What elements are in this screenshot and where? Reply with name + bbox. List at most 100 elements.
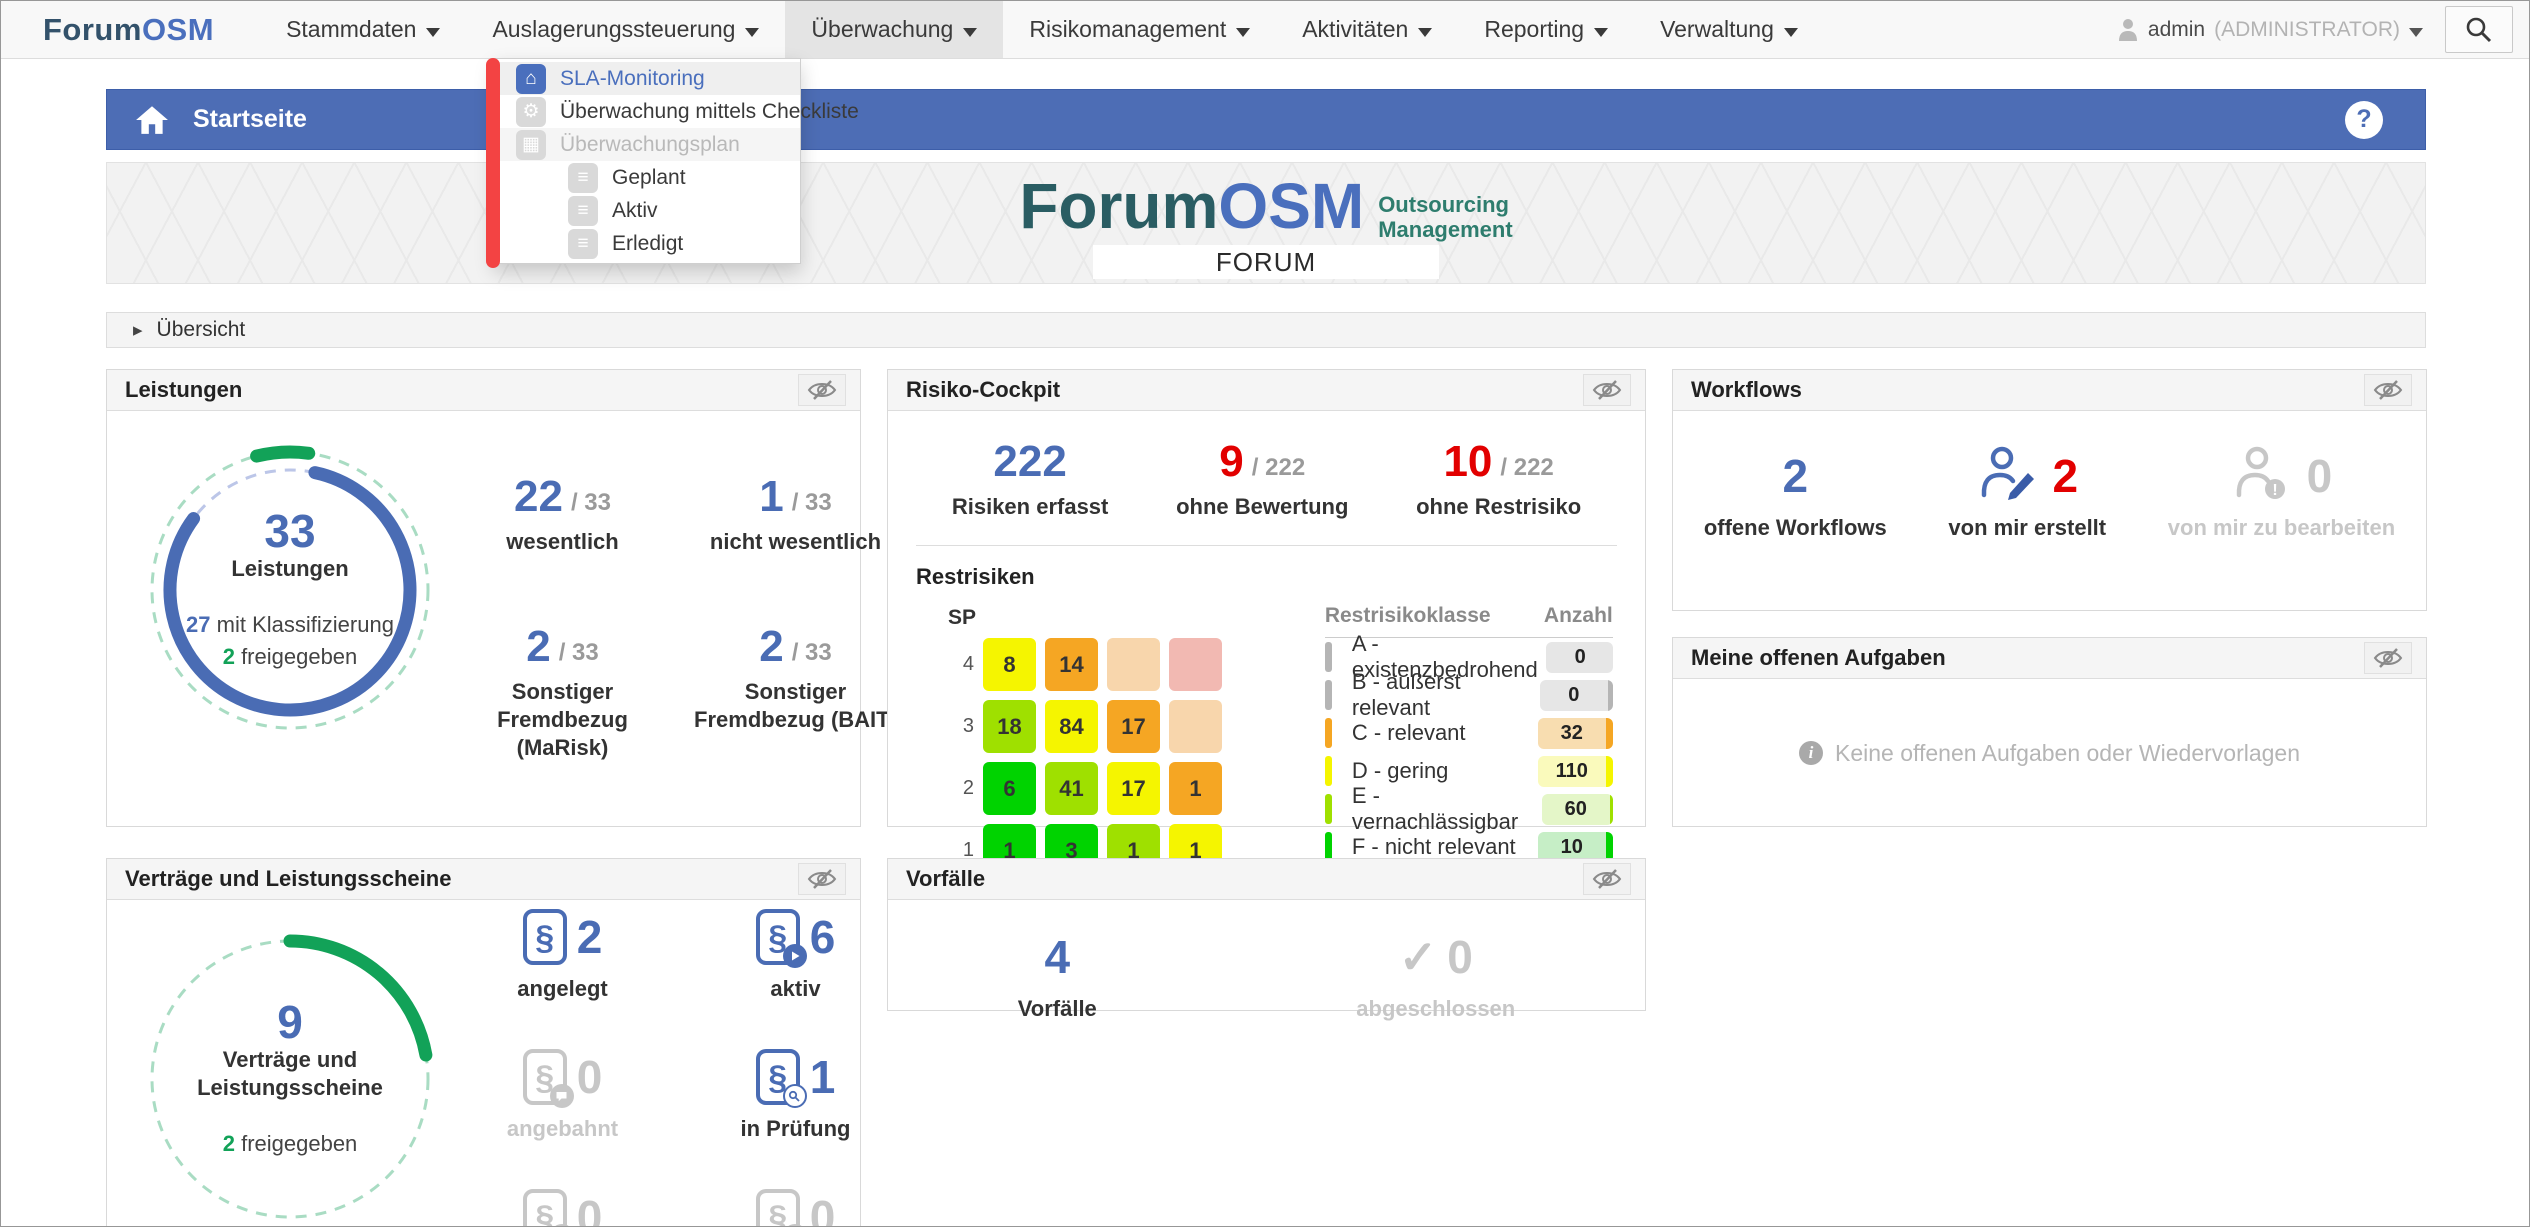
heatmap-cell[interactable]: 18: [983, 700, 1036, 753]
list-icon: ≡: [568, 196, 598, 226]
donut-total: 9: [277, 998, 303, 1046]
nav-item-auslagerungssteuerung[interactable]: Auslagerungssteuerung: [466, 1, 785, 58]
eye-slash-icon: [1592, 378, 1622, 402]
eye-slash-icon: [1592, 867, 1622, 891]
banner-logo: ForumOSMOutsourcingManagement: [107, 171, 2425, 241]
app-logo[interactable]: ForumOSM: [43, 1, 214, 58]
panel-title: Risiko-Cockpit: [906, 377, 1060, 403]
hide-panel-button[interactable]: [2364, 374, 2412, 406]
brand-banner: ForumOSMOutsourcingManagement FORUM: [106, 162, 2426, 284]
table-row-e-vernachl-ssigbar[interactable]: E - vernachlässigbar 60: [1325, 790, 1613, 828]
empty-message: i Keine offenen Aufgaben oder Wiedervorl…: [1673, 679, 2426, 827]
chevron-down-icon: [1784, 28, 1798, 37]
heatmap-cell[interactable]: [1169, 638, 1222, 691]
heatmap-cell[interactable]: 8: [983, 638, 1036, 691]
stat-gek-ndigt[interactable]: §0 gekündigt: [743, 1186, 848, 1227]
heatmap-cell[interactable]: 6: [983, 762, 1036, 815]
dropdown-accent-bar: [486, 58, 500, 268]
eye-slash-icon: [2373, 646, 2403, 670]
help-label: ?: [2356, 105, 2371, 134]
chevron-down-icon: [1418, 28, 1432, 37]
restrisiken-label: Restrisiken: [916, 564, 1645, 590]
app-window: ForumOSM StammdatenAuslagerungssteuerung…: [0, 0, 2530, 1227]
heatmap-cell[interactable]: 84: [1045, 700, 1098, 753]
panel-aufgaben: Meine offenen Aufgaben i Keine offenen A…: [1672, 637, 2427, 827]
heatmap-cell[interactable]: 14: [1045, 638, 1098, 691]
nav-item-stammdaten[interactable]: Stammdaten: [260, 1, 466, 58]
stat-abgeschlossen[interactable]: ✓0 abgeschlossen: [1356, 926, 1515, 1022]
user-menu[interactable]: admin (ADMINISTRATOR): [2117, 18, 2423, 42]
risiko-stats: 222 Risiken erfasst 9/ 222 ohne Bewertun…: [888, 411, 1645, 545]
stat-vorf-lle[interactable]: 4 Vorfälle: [1018, 926, 1097, 1022]
heatmap-cell[interactable]: [1107, 638, 1160, 691]
count-badge: 0: [1540, 680, 1613, 711]
panel-vertraege: Verträge und Leistungsscheine 9 Verträge…: [106, 858, 861, 1227]
nav-item-verwaltung[interactable]: Verwaltung: [1634, 1, 1824, 58]
paragraph-pause-icon: §: [523, 1189, 567, 1227]
paragraph-chat-icon: §: [523, 1049, 567, 1105]
page-title: Startseite: [193, 105, 307, 134]
nav-item-risikomanagement[interactable]: Risikomanagement: [1003, 1, 1276, 58]
stat-nicht-wesentlich[interactable]: 1/ 33 nicht wesentlich: [710, 476, 881, 556]
hide-panel-button[interactable]: [1583, 374, 1631, 406]
vertraege-stats: §2 angelegt §6 aktiv §0 angebahnt §1 in …: [455, 906, 903, 1227]
vorfaelle-stats: 4 Vorfälle ✓0 abgeschlossen: [888, 900, 1645, 1022]
stat-angebahnt[interactable]: §0 angebahnt: [507, 1046, 618, 1142]
chevron-down-icon: [426, 28, 440, 37]
heatmap-cell[interactable]: 1: [1169, 762, 1222, 815]
heatmap-cell[interactable]: 17: [1107, 700, 1160, 753]
panel-leistungen: Leistungen 33 Leistungen 27 mit: [106, 369, 861, 827]
menu-item-berwachung-mittels-checkliste[interactable]: ⚙Überwachung mittels Checkliste: [494, 95, 800, 128]
stat-ohne-restrisiko[interactable]: 10/ 222 ohne Restrisiko: [1416, 441, 1581, 521]
heatmap-cell[interactable]: [1169, 700, 1222, 753]
stat-angelegt[interactable]: §2 angelegt: [517, 906, 607, 1002]
donut-total: 33: [264, 507, 315, 555]
chevron-down-icon: [963, 28, 977, 37]
stat-ohne-bewertung[interactable]: 9/ 222 ohne Bewertung: [1176, 441, 1348, 521]
menu-item-berwachungsplan[interactable]: ▦Überwachungsplan: [494, 128, 800, 161]
menu-item-erledigt[interactable]: ≡Erledigt: [494, 227, 800, 260]
hide-panel-button[interactable]: [2364, 642, 2412, 674]
stat-offene-workflows[interactable]: 2 offene Workflows: [1704, 445, 1887, 541]
banner-sublogo: FORUM: [1093, 245, 1439, 279]
heatmap-row: 3188417: [948, 700, 1269, 753]
stat-wesentlich[interactable]: 22/ 33 wesentlich: [506, 476, 618, 556]
stat-inaktiv[interactable]: §0 inaktiv: [523, 1186, 603, 1227]
search-button[interactable]: [2445, 6, 2513, 53]
chevron-down-icon: [745, 28, 759, 37]
table-row-b-u-erst-relevant[interactable]: B - äußerst relevant 0: [1325, 676, 1613, 714]
hide-panel-button[interactable]: [798, 863, 846, 895]
stat-aktiv[interactable]: §6 aktiv: [756, 906, 836, 1002]
menu-item-geplant[interactable]: ≡Geplant: [494, 161, 800, 194]
hide-panel-button[interactable]: [798, 374, 846, 406]
heatmap-y-axis-label: SP: [948, 606, 1269, 630]
heatmap-cell[interactable]: 17: [1107, 762, 1160, 815]
overview-label: Übersicht: [157, 318, 246, 342]
overview-toggle[interactable]: ▸ Übersicht: [106, 312, 2426, 348]
stat-sonstiger-fremdbezug-bait[interactable]: 2/ 33 Sonstiger Fremdbezug (BAIT): [688, 626, 903, 762]
panel-title: Vorfälle: [906, 866, 985, 892]
workflows-stats: 2 offene Workflows 2 von mir erstellt !0…: [1673, 411, 2426, 541]
nav-item-reporting[interactable]: Reporting: [1458, 1, 1634, 58]
stat-von-mir-zu-bearbeiten[interactable]: !0 von mir zu bearbeiten: [2168, 445, 2395, 541]
menu-item-aktiv[interactable]: ≡Aktiv: [494, 194, 800, 227]
hide-panel-button[interactable]: [1583, 863, 1631, 895]
nav-item-aktivit-ten[interactable]: Aktivitäten: [1276, 1, 1458, 58]
donut-label: Verträge und Leistungsscheine: [175, 1046, 405, 1102]
panel-workflows: Workflows 2 offene Workflows 2 von mir e…: [1672, 369, 2427, 611]
stat-sonstiger-fremdbezug-marisk[interactable]: 2/ 33 Sonstiger Fremdbezug (MaRisk): [455, 626, 670, 762]
stat-risiken-erfasst[interactable]: 222 Risiken erfasst: [952, 441, 1109, 521]
heatmap-cell[interactable]: 41: [1045, 762, 1098, 815]
list-icon: ≡: [568, 229, 598, 259]
nav-item-berwachung[interactable]: Überwachung: [785, 1, 1003, 58]
person-alert-icon: !: [2231, 445, 2297, 503]
panel-vorfaelle: Vorfälle 4 Vorfälle ✓0 abgeschlossen: [887, 858, 1646, 1011]
menu-item-sla-monitoring[interactable]: ⌂SLA-Monitoring: [494, 62, 800, 95]
eye-slash-icon: [807, 867, 837, 891]
help-button[interactable]: ?: [2345, 101, 2383, 139]
heatmap-row: 4814: [948, 638, 1269, 691]
paragraph-search-icon: §: [756, 1049, 800, 1105]
stat-in-pr-fung[interactable]: §1 in Prüfung: [741, 1046, 851, 1142]
divider: [916, 545, 1617, 546]
stat-von-mir-erstellt[interactable]: 2 von mir erstellt: [1948, 445, 2106, 541]
